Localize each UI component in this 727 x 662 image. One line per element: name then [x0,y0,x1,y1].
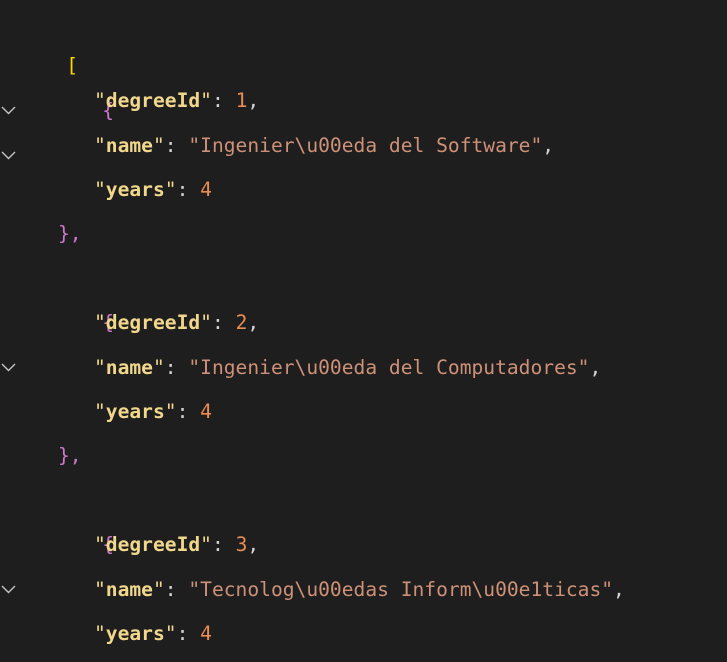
property-years: "years": 4 [94,168,212,212]
quote: " [94,134,106,157]
quote: " [94,578,106,601]
object-open-line: { [0,479,114,594]
colon: : [211,533,236,556]
colon: : [211,89,236,112]
quote: " [200,89,212,112]
quote: " [94,89,106,112]
object-close-brace: }, [58,222,82,245]
property-key: name [105,134,153,157]
property-degree-id: "degreeId": 3, [94,523,259,567]
chevron-down-icon[interactable] [0,14,17,115]
quote: " [94,622,106,645]
comma: , [613,578,625,601]
array-open-line: [ [0,0,78,115]
property-value: 1 [235,89,248,112]
quote: " [152,134,165,157]
json-viewer: [ { "degreeId": 1, "name": "Ingenier\u00… [0,0,727,662]
property-name: "name": "Ingenier\u00eda del Computadore… [94,346,601,390]
quote: " [94,533,106,556]
property-key: name [105,356,153,379]
property-degree-id: "degreeId": 2, [94,301,259,345]
property-name: "name": "Ingenier\u00eda del Software", [94,124,554,168]
quote: " [94,356,106,379]
property-value: 4 [200,178,212,201]
property-key: degreeId [105,533,201,556]
property-value: 4 [200,400,212,423]
property-years: "years": 4 [94,612,212,656]
quote: " [200,533,212,556]
property-value: 2 [235,311,248,334]
quote: " [94,311,106,334]
object-close-line: }, [58,434,82,478]
chevron-down-icon[interactable] [0,59,17,160]
property-key: degreeId [105,311,201,334]
colon: : [164,578,189,601]
quote: " [152,578,165,601]
quote: " [164,400,177,423]
comma: , [589,356,602,379]
object-open-line: { [0,257,114,372]
property-value: 3 [235,533,248,556]
property-value: "Ingenier\u00eda del Software" [188,134,543,157]
object-close-brace: }, [58,444,82,467]
property-value: "Ingenier\u00eda del Computadores" [188,356,590,379]
property-key: name [105,578,153,601]
chevron-down-icon[interactable] [0,271,17,372]
colon: : [176,400,201,423]
colon: : [211,311,236,334]
quote: " [94,400,106,423]
colon: : [176,622,201,645]
colon: : [164,356,189,379]
property-years: "years": 4 [94,390,212,434]
property-key: degreeId [105,89,201,112]
property-value: "Tecnolog\u00edas Inform\u00e1ticas" [188,578,614,601]
comma: , [247,311,260,334]
quote: " [200,311,212,334]
property-name: "name": "Tecnolog\u00edas Inform\u00e1ti… [94,568,625,612]
comma: , [247,533,260,556]
quote: " [94,178,106,201]
quote: " [164,622,177,645]
colon: : [176,178,201,201]
property-key: years [105,400,165,423]
property-key: years [105,178,165,201]
chevron-down-icon[interactable] [0,493,17,594]
property-value: 4 [200,622,212,645]
colon: : [164,134,189,157]
quote: " [164,178,177,201]
property-degree-id: "degreeId": 1, [94,79,259,123]
property-key: years [105,622,165,645]
comma: , [247,89,260,112]
comma: , [542,134,555,157]
quote: " [152,356,165,379]
object-close-line: }, [58,212,82,256]
